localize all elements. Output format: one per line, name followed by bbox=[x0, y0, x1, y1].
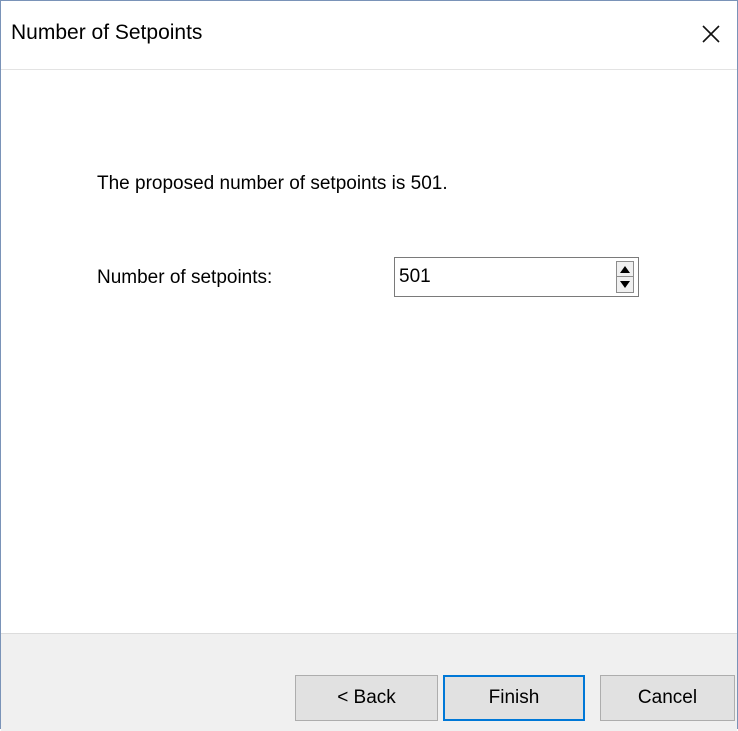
title-bar: Number of Setpoints bbox=[1, 1, 737, 70]
finish-button[interactable]: Finish bbox=[443, 675, 585, 721]
setpoints-label: Number of setpoints: bbox=[97, 267, 273, 288]
close-button[interactable] bbox=[685, 1, 737, 67]
setpoints-spinbox bbox=[394, 257, 639, 297]
spin-buttons bbox=[616, 261, 634, 293]
dialog-title: Number of Setpoints bbox=[11, 21, 203, 44]
cancel-button[interactable]: Cancel bbox=[600, 675, 735, 721]
spin-down-button[interactable] bbox=[617, 277, 633, 292]
button-bar: < Back Finish Cancel bbox=[1, 633, 737, 731]
dialog-content: The proposed number of setpoints is 501.… bbox=[1, 70, 737, 633]
triangle-up-icon bbox=[620, 265, 630, 273]
back-button[interactable]: < Back bbox=[295, 675, 438, 721]
setpoints-input[interactable] bbox=[395, 258, 600, 296]
triangle-down-icon bbox=[620, 281, 630, 288]
proposed-setpoints-message: The proposed number of setpoints is 501. bbox=[97, 173, 448, 194]
spin-up-button[interactable] bbox=[617, 262, 633, 277]
close-icon bbox=[702, 25, 720, 43]
number-of-setpoints-dialog: Number of Setpoints The proposed number … bbox=[0, 0, 738, 731]
